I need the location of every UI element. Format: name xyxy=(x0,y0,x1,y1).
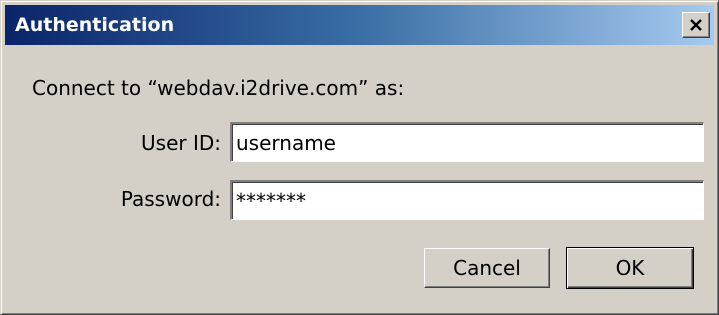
connect-prompt: Connect to “webdav.i2drive.com” as: xyxy=(32,76,405,100)
window-title: Authentication xyxy=(15,14,175,36)
user-id-input[interactable]: username xyxy=(230,122,704,162)
user-id-label: User ID: xyxy=(141,131,221,155)
cancel-button[interactable]: Cancel xyxy=(424,248,550,288)
password-input[interactable]: ******* xyxy=(230,180,704,220)
close-icon xyxy=(690,19,702,31)
authentication-dialog: Authentication Connect to “webdav.i2driv… xyxy=(0,0,719,315)
ok-button[interactable]: OK xyxy=(566,247,694,289)
close-button[interactable] xyxy=(682,12,710,38)
password-label: Password: xyxy=(120,187,221,211)
title-bar[interactable]: Authentication xyxy=(5,5,714,45)
